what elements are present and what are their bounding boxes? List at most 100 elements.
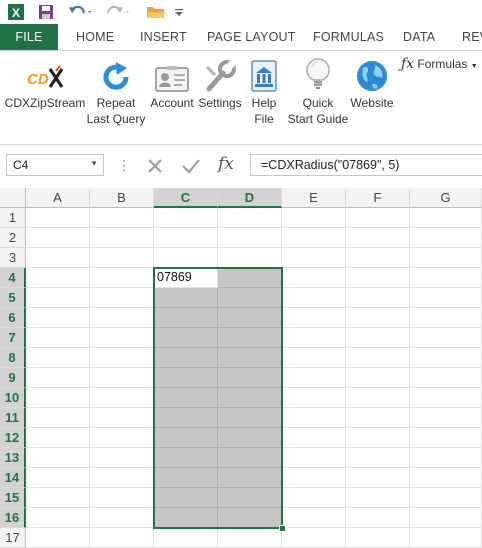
- name-box[interactable]: C4 ▼: [6, 154, 104, 176]
- cell-e1[interactable]: [282, 208, 346, 228]
- cell-a2[interactable]: [26, 228, 90, 248]
- cell-f16[interactable]: [346, 508, 410, 528]
- cell-g12[interactable]: [410, 428, 482, 448]
- cell-c9[interactable]: [154, 368, 218, 388]
- row-header-10[interactable]: 10: [0, 388, 26, 408]
- cell-b10[interactable]: [90, 388, 154, 408]
- cell-d5[interactable]: [218, 288, 282, 308]
- cell-g9[interactable]: [410, 368, 482, 388]
- row-header-12[interactable]: 12: [0, 428, 26, 448]
- cell-e15[interactable]: [282, 488, 346, 508]
- cell-a3[interactable]: [26, 248, 90, 268]
- cell-a16[interactable]: [26, 508, 90, 528]
- tab-home[interactable]: HOME: [76, 24, 114, 50]
- cell-d14[interactable]: [218, 468, 282, 488]
- cell-b5[interactable]: [90, 288, 154, 308]
- cell-f15[interactable]: [346, 488, 410, 508]
- cell-d10[interactable]: [218, 388, 282, 408]
- cell-d15[interactable]: [218, 488, 282, 508]
- cell-a14[interactable]: [26, 468, 90, 488]
- cell-f14[interactable]: [346, 468, 410, 488]
- cell-c5[interactable]: [154, 288, 218, 308]
- cell-f5[interactable]: [346, 288, 410, 308]
- cell-f6[interactable]: [346, 308, 410, 328]
- cell-a9[interactable]: [26, 368, 90, 388]
- column-header-c[interactable]: C: [154, 188, 218, 208]
- cell-c14[interactable]: [154, 468, 218, 488]
- cell-f17[interactable]: [346, 528, 410, 548]
- row-header-14[interactable]: 14: [0, 468, 26, 488]
- cell-g5[interactable]: [410, 288, 482, 308]
- cell-d13[interactable]: [218, 448, 282, 468]
- tab-formulas[interactable]: FORMULAS: [313, 24, 384, 50]
- column-header-d[interactable]: D: [218, 188, 282, 208]
- column-header-f[interactable]: F: [346, 188, 410, 208]
- tab-page-layout[interactable]: PAGE LAYOUT: [207, 24, 296, 50]
- cell-e14[interactable]: [282, 468, 346, 488]
- tab-insert[interactable]: INSERT: [140, 24, 187, 50]
- account-button[interactable]: Account: [146, 51, 198, 111]
- cell-a1[interactable]: [26, 208, 90, 228]
- cell-c4[interactable]: 07869: [154, 268, 218, 288]
- cell-e10[interactable]: [282, 388, 346, 408]
- cell-e17[interactable]: [282, 528, 346, 548]
- formulas-dropdown[interactable]: ƒx Formulas ▼: [401, 56, 478, 72]
- cell-a8[interactable]: [26, 348, 90, 368]
- cell-b2[interactable]: [90, 228, 154, 248]
- save-icon[interactable]: [36, 3, 56, 21]
- cell-f2[interactable]: [346, 228, 410, 248]
- open-folder-icon[interactable]: [144, 3, 168, 21]
- row-header-1[interactable]: 1: [0, 208, 26, 228]
- cell-g15[interactable]: [410, 488, 482, 508]
- cell-a5[interactable]: [26, 288, 90, 308]
- worksheet-grid[interactable]: ABCDEFG 1 2 3 4 5 6 7 8 9 10 11 12 13 14 15 16 17 07869: [0, 188, 482, 548]
- cell-e2[interactable]: [282, 228, 346, 248]
- row-header-8[interactable]: 8: [0, 348, 26, 368]
- cell-e6[interactable]: [282, 308, 346, 328]
- cell-b9[interactable]: [90, 368, 154, 388]
- row-header-3[interactable]: 3: [0, 248, 26, 268]
- cell-b15[interactable]: [90, 488, 154, 508]
- row-header-9[interactable]: 9: [0, 368, 26, 388]
- cell-g11[interactable]: [410, 408, 482, 428]
- cell-d17[interactable]: [218, 528, 282, 548]
- insert-function-button[interactable]: fx: [218, 154, 234, 174]
- cell-b17[interactable]: [90, 528, 154, 548]
- cell-g16[interactable]: [410, 508, 482, 528]
- select-all-corner[interactable]: [0, 188, 26, 208]
- cell-c11[interactable]: [154, 408, 218, 428]
- cell-c3[interactable]: [154, 248, 218, 268]
- cell-b8[interactable]: [90, 348, 154, 368]
- cell-f13[interactable]: [346, 448, 410, 468]
- cell-e9[interactable]: [282, 368, 346, 388]
- cell-g10[interactable]: [410, 388, 482, 408]
- cell-c1[interactable]: [154, 208, 218, 228]
- cell-b13[interactable]: [90, 448, 154, 468]
- formula-input[interactable]: =CDXRadius("07869", 5): [250, 154, 482, 176]
- cell-g17[interactable]: [410, 528, 482, 548]
- cell-g6[interactable]: [410, 308, 482, 328]
- cell-e8[interactable]: [282, 348, 346, 368]
- cell-g3[interactable]: [410, 248, 482, 268]
- cell-a12[interactable]: [26, 428, 90, 448]
- row-header-6[interactable]: 6: [0, 308, 26, 328]
- cell-f12[interactable]: [346, 428, 410, 448]
- website-button[interactable]: Website: [346, 51, 398, 111]
- repeat-last-query-button[interactable]: Repeat Last Query: [86, 51, 146, 127]
- cell-e11[interactable]: [282, 408, 346, 428]
- row-header-15[interactable]: 15: [0, 488, 26, 508]
- column-header-a[interactable]: A: [26, 188, 90, 208]
- cell-f7[interactable]: [346, 328, 410, 348]
- cell-b16[interactable]: [90, 508, 154, 528]
- cell-a11[interactable]: [26, 408, 90, 428]
- cell-d7[interactable]: [218, 328, 282, 348]
- cdxzipstream-button[interactable]: CD CDXZipStream: [4, 51, 86, 111]
- row-header-7[interactable]: 7: [0, 328, 26, 348]
- cell-a10[interactable]: [26, 388, 90, 408]
- formula-bar-grip[interactable]: ⋮: [117, 157, 131, 174]
- cell-a7[interactable]: [26, 328, 90, 348]
- cell-b3[interactable]: [90, 248, 154, 268]
- cell-g13[interactable]: [410, 448, 482, 468]
- row-header-2[interactable]: 2: [0, 228, 26, 248]
- cell-e3[interactable]: [282, 248, 346, 268]
